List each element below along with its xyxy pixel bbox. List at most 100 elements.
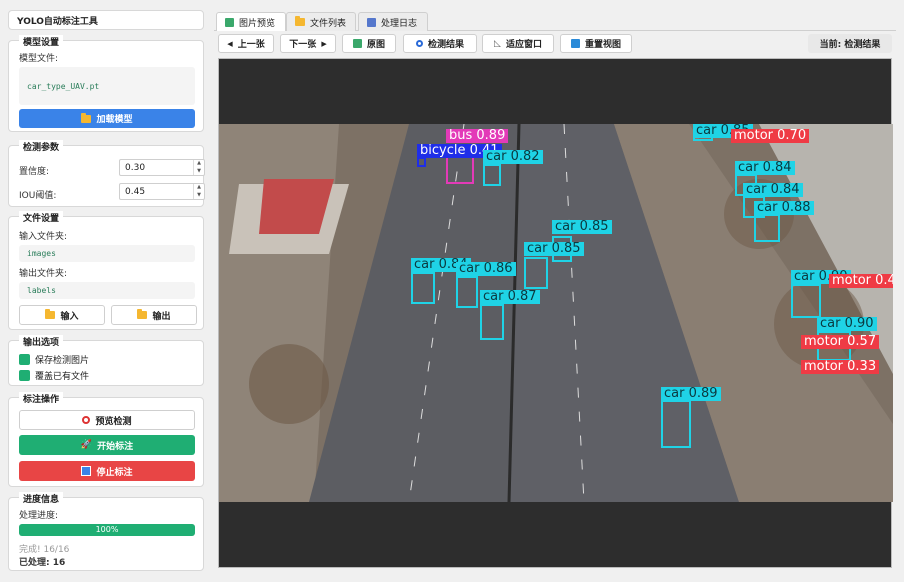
load-model-button[interactable]: 加载模型 [19,109,195,128]
input-browse-button[interactable]: 输入 [19,305,105,325]
detection-label: car 0.88 [754,201,814,215]
iou-value: 0.45 [125,186,146,197]
refresh-icon [570,39,580,48]
start-annotate-button[interactable]: 🚀 开始标注 [19,435,195,455]
output-browse-button[interactable]: 输出 [111,305,197,325]
tab-image-preview-label: 图片预览 [239,18,276,29]
detection-image: bus 0.89 bicycle 0.41 car 0.82 car 0.85 … [219,124,893,502]
detection-label: bus 0.89 [446,129,509,143]
output-folder-field[interactable]: labels [19,282,195,299]
bounding-box [524,257,548,289]
tab-file-list[interactable]: 文件列表 [286,12,356,31]
output-options-title: 输出选项 [19,335,64,348]
detection-label: car 0.82 [483,150,543,164]
image-icon [352,39,362,48]
processed-count: 已处理: 16 [19,558,66,568]
bounding-box [411,272,435,304]
start-annotate-label: 开始标注 [97,441,134,452]
progress-percent: 100% [95,525,119,534]
detection-label: motor 0.57 [801,335,880,349]
load-model-label: 加载模型 [96,115,133,125]
detection-label: car 0.84 [735,161,795,175]
detection-label: car 0.84 [743,183,803,197]
detection-label: car 0.85 [552,220,612,234]
spin-down-icon[interactable]: ▼ [194,168,204,176]
detect-params-title: 检测参数 [19,140,64,153]
tab-file-list-label: 文件列表 [310,18,347,29]
image-viewer[interactable]: bus 0.89 bicycle 0.41 car 0.82 car 0.85 … [218,58,893,568]
spin-down-icon[interactable]: ▼ [194,192,204,200]
output-folder-label: 输出文件夹: [19,269,68,279]
tab-process-log[interactable]: 处理日志 [358,12,428,31]
stop-icon [81,466,92,476]
input-folder-label: 输入文件夹: [19,232,68,242]
folder-icon [137,309,148,319]
stop-annotate-label: 停止标注 [96,467,133,478]
fit-window-button[interactable]: ◺ 适应窗口 [482,34,554,53]
save-images-checkbox[interactable]: 保存检测图片 [19,353,89,366]
checkbox-checked-icon [19,354,30,365]
bounding-box [661,400,691,448]
reset-view-label: 重置视图 [584,40,621,50]
detect-result-button[interactable]: 检测结果 [403,34,477,53]
input-browse-label: 输入 [60,311,79,322]
next-image-button[interactable]: 下一张 ▶ [280,34,336,53]
preview-detect-button[interactable]: 预览检测 [19,410,195,430]
progress-label: 处理进度: [19,511,59,521]
prev-image-label: 上一张 [237,40,265,50]
model-file-label: 模型文件: [19,54,59,64]
detection-label: motor 0.33 [801,360,880,374]
detect-result-label: 检测结果 [427,40,464,50]
original-image-button[interactable]: 原图 [342,34,396,53]
fit-window-label: 适应窗口 [505,40,542,50]
stop-annotate-button[interactable]: 停止标注 [19,461,195,481]
progress-bar: 100% [19,524,195,536]
spin-up-icon[interactable]: ▲ [194,160,204,168]
model-settings-title: 模型设置 [19,35,64,48]
file-settings-title: 文件设置 [19,211,64,224]
prev-image-button[interactable]: ◀ 上一张 [218,34,274,53]
original-image-label: 原图 [366,40,385,50]
overwrite-checkbox[interactable]: 覆盖已有文件 [19,369,89,382]
bounding-box [456,276,478,308]
iou-spinbox[interactable]: 0.45 ▲ ▼ [119,183,205,200]
conf-value: 0.30 [125,162,146,173]
output-options-group: 输出选项 保存检测图片 覆盖已有文件 [8,335,204,386]
tab-process-log-label: 处理日志 [381,18,418,29]
save-images-label: 保存检测图片 [35,356,90,366]
folder-icon [81,112,92,123]
iou-label: IOU阈值: [19,191,57,201]
arrow-left-icon: ◀ [227,39,233,48]
checkbox-checked-icon [19,370,30,381]
detection-label: car 0.87 [480,290,540,304]
detection-label: motor 0.70 [731,129,810,143]
detection-label: car 0.86 [456,262,516,276]
current-view-status: 当前: 检测结果 [808,34,892,53]
chart-icon [367,17,376,27]
bounding-box [483,164,501,186]
detection-label: car 0.90 [817,317,877,331]
next-image-label: 下一张 [289,40,317,50]
app-title: YOLO自动标注工具 [8,10,204,30]
model-file-field[interactable]: car_type_UAV.pt [19,67,195,105]
actions-title: 标注操作 [19,392,64,405]
input-folder-field[interactable]: images [19,245,195,262]
overwrite-label: 覆盖已有文件 [35,372,90,382]
file-settings-group: 文件设置 输入文件夹: images 输出文件夹: labels 输入 输出 [8,211,204,330]
folder-icon [295,16,305,26]
preview-icon [82,416,91,424]
detection-label: car 0.85 [524,242,584,256]
reset-view-button[interactable]: 重置视图 [560,34,632,53]
rocket-icon: 🚀 [80,440,93,450]
output-browse-label: 输出 [152,311,171,322]
conf-spinbox[interactable]: 0.30 ▲ ▼ [119,159,205,176]
detect-params-group: 检测参数 置信度: 0.30 ▲ ▼ IOU阈值: 0.45 ▲ ▼ [8,140,205,207]
spin-up-icon[interactable]: ▲ [194,184,204,192]
folder-icon [45,309,56,319]
magnifier-icon [415,40,423,47]
bounding-box [754,214,780,242]
bounding-box [417,157,426,167]
tab-image-preview[interactable]: 图片预览 [216,12,286,31]
ruler-icon: ◺ [494,38,501,49]
model-settings-group: 模型设置 模型文件: car_type_UAV.pt 加载模型 [8,35,204,132]
